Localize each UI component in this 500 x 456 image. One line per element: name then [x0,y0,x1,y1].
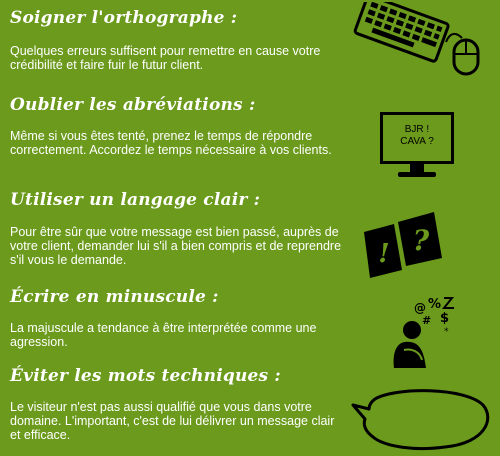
svg-text:@: @ [414,301,426,315]
section-title: Soigner l'orthographe : [10,8,238,28]
section-orthographe: Soigner l'orthographe : Quelques erreurs… [10,8,345,72]
section-title: Écrire en minuscule : [10,287,219,307]
section-title: Oublier les abréviations : [10,95,256,115]
monitor-icon: BJR ! CAVA ? [380,112,460,184]
section-langage-clair: Utiliser un langage clair : Pour être sû… [10,190,345,267]
screen-text-line-1: BJR ! [404,124,430,135]
svg-text:#: # [422,314,431,327]
section-abreviations: Oublier les abréviations : Même si vous … [10,95,345,157]
section-mots-techniques: Éviter les mots techniques : Le visiteur… [10,366,345,442]
section-title: Éviter les mots techniques : [10,366,281,386]
svg-text:?: ? [413,224,430,257]
section-text: Quelques erreurs suffisent pour remettre… [10,44,321,72]
svg-text:!: ! [378,239,389,269]
monitor-neck [410,164,424,172]
speech-bubble-icon [351,389,490,451]
section-text: La majuscule a tendance à être interprét… [10,321,317,349]
exclamation-question-icon: ! ? [364,212,442,278]
section-text: Même si vous êtes tenté, prenez le temps… [10,129,332,157]
svg-text:$: $ [440,311,449,326]
angry-person-icon: @ % $ # * [393,297,455,368]
svg-text:*: * [444,327,449,337]
screen-text-line-2: CAVA ? [400,136,434,147]
section-text: Pour être sûr que votre message est bien… [10,225,342,267]
monitor-base [398,172,436,177]
section-title: Utiliser un langage clair : [10,190,261,210]
section-minuscule: Écrire en minuscule : La majuscule a ten… [10,287,345,349]
section-text: Le visiteur n'est pas aussi qualifié que… [10,400,335,442]
svg-text:%: % [428,297,441,312]
keyboard-mouse-icon [353,2,480,76]
